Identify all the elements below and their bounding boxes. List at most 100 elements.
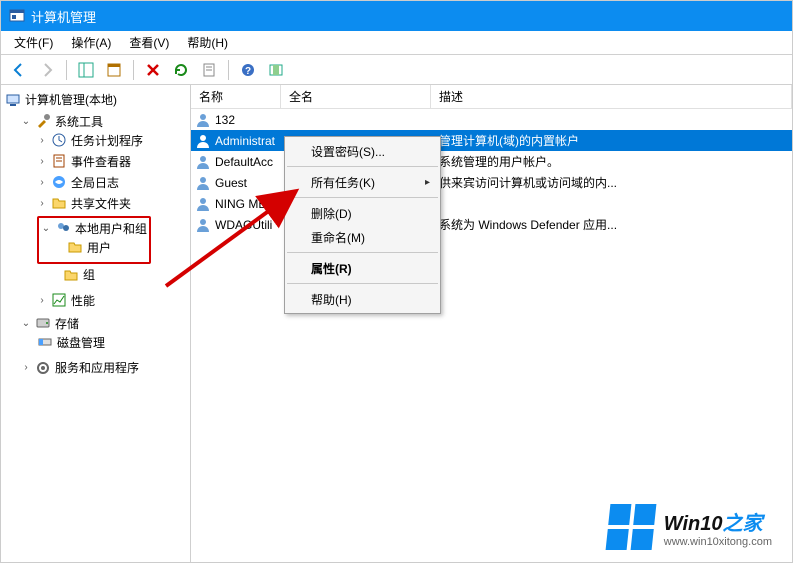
- tree-diskmgmt[interactable]: 磁盘管理: [37, 334, 105, 351]
- ctx-separator: [287, 197, 438, 198]
- watermark-url: www.win10xitong.com: [664, 536, 772, 548]
- tree-root-label: 计算机管理(本地): [25, 91, 117, 108]
- ctx-delete-label: 删除(D): [311, 205, 352, 222]
- user-icon: [195, 133, 211, 149]
- ctx-all-tasks-label: 所有任务(K): [311, 174, 375, 191]
- cell-name: 132: [215, 113, 235, 127]
- tree-storage[interactable]: ⌄ 存储: [21, 315, 79, 332]
- window-title: 计算机管理: [31, 7, 96, 26]
- toolbar-separator: [66, 60, 67, 80]
- tools-icon: [35, 113, 51, 129]
- cell-desc: 管理计算机(域)的内置帐户: [439, 132, 579, 149]
- show-tree-button[interactable]: [73, 58, 99, 82]
- services-icon: [35, 360, 51, 376]
- manage-button[interactable]: [263, 58, 289, 82]
- tree-users-label: 用户: [87, 239, 111, 256]
- tree-systools-label: 系统工具: [55, 113, 103, 130]
- column-header-fullname-label: 全名: [289, 88, 313, 105]
- help-toolbar-button[interactable]: ?: [235, 58, 261, 82]
- windows-logo-icon: [605, 504, 656, 550]
- toolbar-separator: [228, 60, 229, 80]
- storage-icon: [35, 315, 51, 331]
- delete-toolbar-button[interactable]: [140, 58, 166, 82]
- chevron-right-icon: ›: [37, 135, 47, 146]
- tree-sharedfolders[interactable]: › 共享文件夹: [37, 195, 131, 212]
- export-button[interactable]: [196, 58, 222, 82]
- ctx-properties[interactable]: 属性(R): [285, 256, 440, 280]
- folder-icon: [67, 239, 83, 255]
- tree-localusers[interactable]: ⌄ 本地用户和组: [41, 220, 147, 237]
- tree-eventviewer-label: 事件查看器: [71, 153, 131, 170]
- ctx-rename-label: 重命名(M): [311, 229, 365, 246]
- tree-diskmgmt-label: 磁盘管理: [57, 334, 105, 351]
- ctx-separator: [287, 252, 438, 253]
- ctx-delete[interactable]: 删除(D): [285, 201, 440, 225]
- column-header-desc[interactable]: 描述: [431, 85, 792, 108]
- folder-share-icon: [51, 195, 67, 211]
- toolbar: ?: [1, 55, 792, 85]
- table-row[interactable]: Administrat 管理计算机(域)的内置帐户: [191, 130, 792, 151]
- tree-groups[interactable]: 组: [63, 266, 95, 283]
- menu-action[interactable]: 操作(A): [63, 32, 119, 53]
- table-row[interactable]: DefaultAcc 系统管理的用户帐户。: [191, 151, 792, 172]
- ctx-separator: [287, 166, 438, 167]
- column-header-name-label: 名称: [199, 88, 223, 105]
- menu-view[interactable]: 查看(V): [121, 32, 177, 53]
- ctx-rename[interactable]: 重命名(M): [285, 225, 440, 249]
- ctx-set-password[interactable]: 设置密码(S)...: [285, 139, 440, 163]
- menu-file[interactable]: 文件(F): [6, 32, 61, 53]
- tree-perf-label: 性能: [71, 292, 95, 309]
- tree-eventviewer[interactable]: › 事件查看器: [37, 153, 131, 170]
- tree-root[interactable]: 计算机管理(本地): [5, 91, 117, 108]
- back-button[interactable]: [6, 58, 32, 82]
- user-icon: [195, 175, 211, 191]
- users-group-icon: [55, 220, 71, 236]
- list-panel: 名称 全名 描述 132 Administrat 管理计算机(域)的内置帐户 D…: [191, 85, 792, 562]
- cell-name: NING ME: [215, 197, 266, 211]
- list-body: 132 Administrat 管理计算机(域)的内置帐户 DefaultAcc…: [191, 109, 792, 562]
- event-icon: [51, 153, 67, 169]
- table-row[interactable]: NING ME: [191, 193, 792, 214]
- table-row[interactable]: WDAGUtili 系统为 Windows Defender 应用...: [191, 214, 792, 235]
- title-bar: 计算机管理: [1, 1, 792, 31]
- menu-help[interactable]: 帮助(H): [179, 32, 236, 53]
- tree-services[interactable]: ›服务和应用程序: [21, 359, 139, 376]
- cell-desc: 系统为 Windows Defender 应用...: [439, 216, 617, 233]
- tree-systools[interactable]: ⌄ 系统工具: [21, 113, 103, 130]
- log-icon: [51, 174, 67, 190]
- forward-button[interactable]: [34, 58, 60, 82]
- cell-name: Guest: [215, 176, 247, 190]
- ctx-set-password-label: 设置密码(S)...: [311, 143, 385, 160]
- svg-text:?: ?: [245, 66, 251, 77]
- cell-name: DefaultAcc: [215, 155, 273, 169]
- tree-globallogs[interactable]: ›全局日志: [37, 174, 119, 191]
- refresh-button[interactable]: [168, 58, 194, 82]
- column-header-name[interactable]: 名称: [191, 85, 281, 108]
- tree-globallogs-label: 全局日志: [71, 174, 119, 191]
- ctx-all-tasks[interactable]: 所有任务(K): [285, 170, 440, 194]
- tree-schedtasks[interactable]: › 任务计划程序: [37, 132, 143, 149]
- user-icon: [195, 112, 211, 128]
- chevron-down-icon: ⌄: [21, 116, 31, 127]
- user-icon: [195, 154, 211, 170]
- chevron-right-icon: ›: [37, 156, 47, 167]
- highlight-box: ⌄ 本地用户和组 用户: [37, 216, 151, 265]
- watermark: Win10之家 www.win10xitong.com: [608, 504, 772, 550]
- tree-users[interactable]: 用户: [67, 239, 111, 256]
- ctx-help[interactable]: 帮助(H): [285, 287, 440, 311]
- chevron-right-icon: ›: [37, 198, 47, 209]
- properties-toolbar-button[interactable]: [101, 58, 127, 82]
- folder-icon: [63, 267, 79, 283]
- tree-groups-label: 组: [83, 266, 95, 283]
- app-icon: [9, 8, 25, 24]
- chevron-down-icon: ⌄: [21, 318, 31, 329]
- clock-icon: [51, 132, 67, 148]
- watermark-brand: Win10之家: [664, 507, 772, 536]
- tree-schedtasks-label: 任务计划程序: [71, 132, 143, 149]
- table-row[interactable]: 132: [191, 109, 792, 130]
- table-row[interactable]: Guest 供来宾访问计算机或访问域的内...: [191, 172, 792, 193]
- tree-sharedfolders-label: 共享文件夹: [71, 195, 131, 212]
- perf-icon: [51, 292, 67, 308]
- column-header-fullname[interactable]: 全名: [281, 85, 431, 108]
- tree-perf[interactable]: ›性能: [37, 292, 95, 309]
